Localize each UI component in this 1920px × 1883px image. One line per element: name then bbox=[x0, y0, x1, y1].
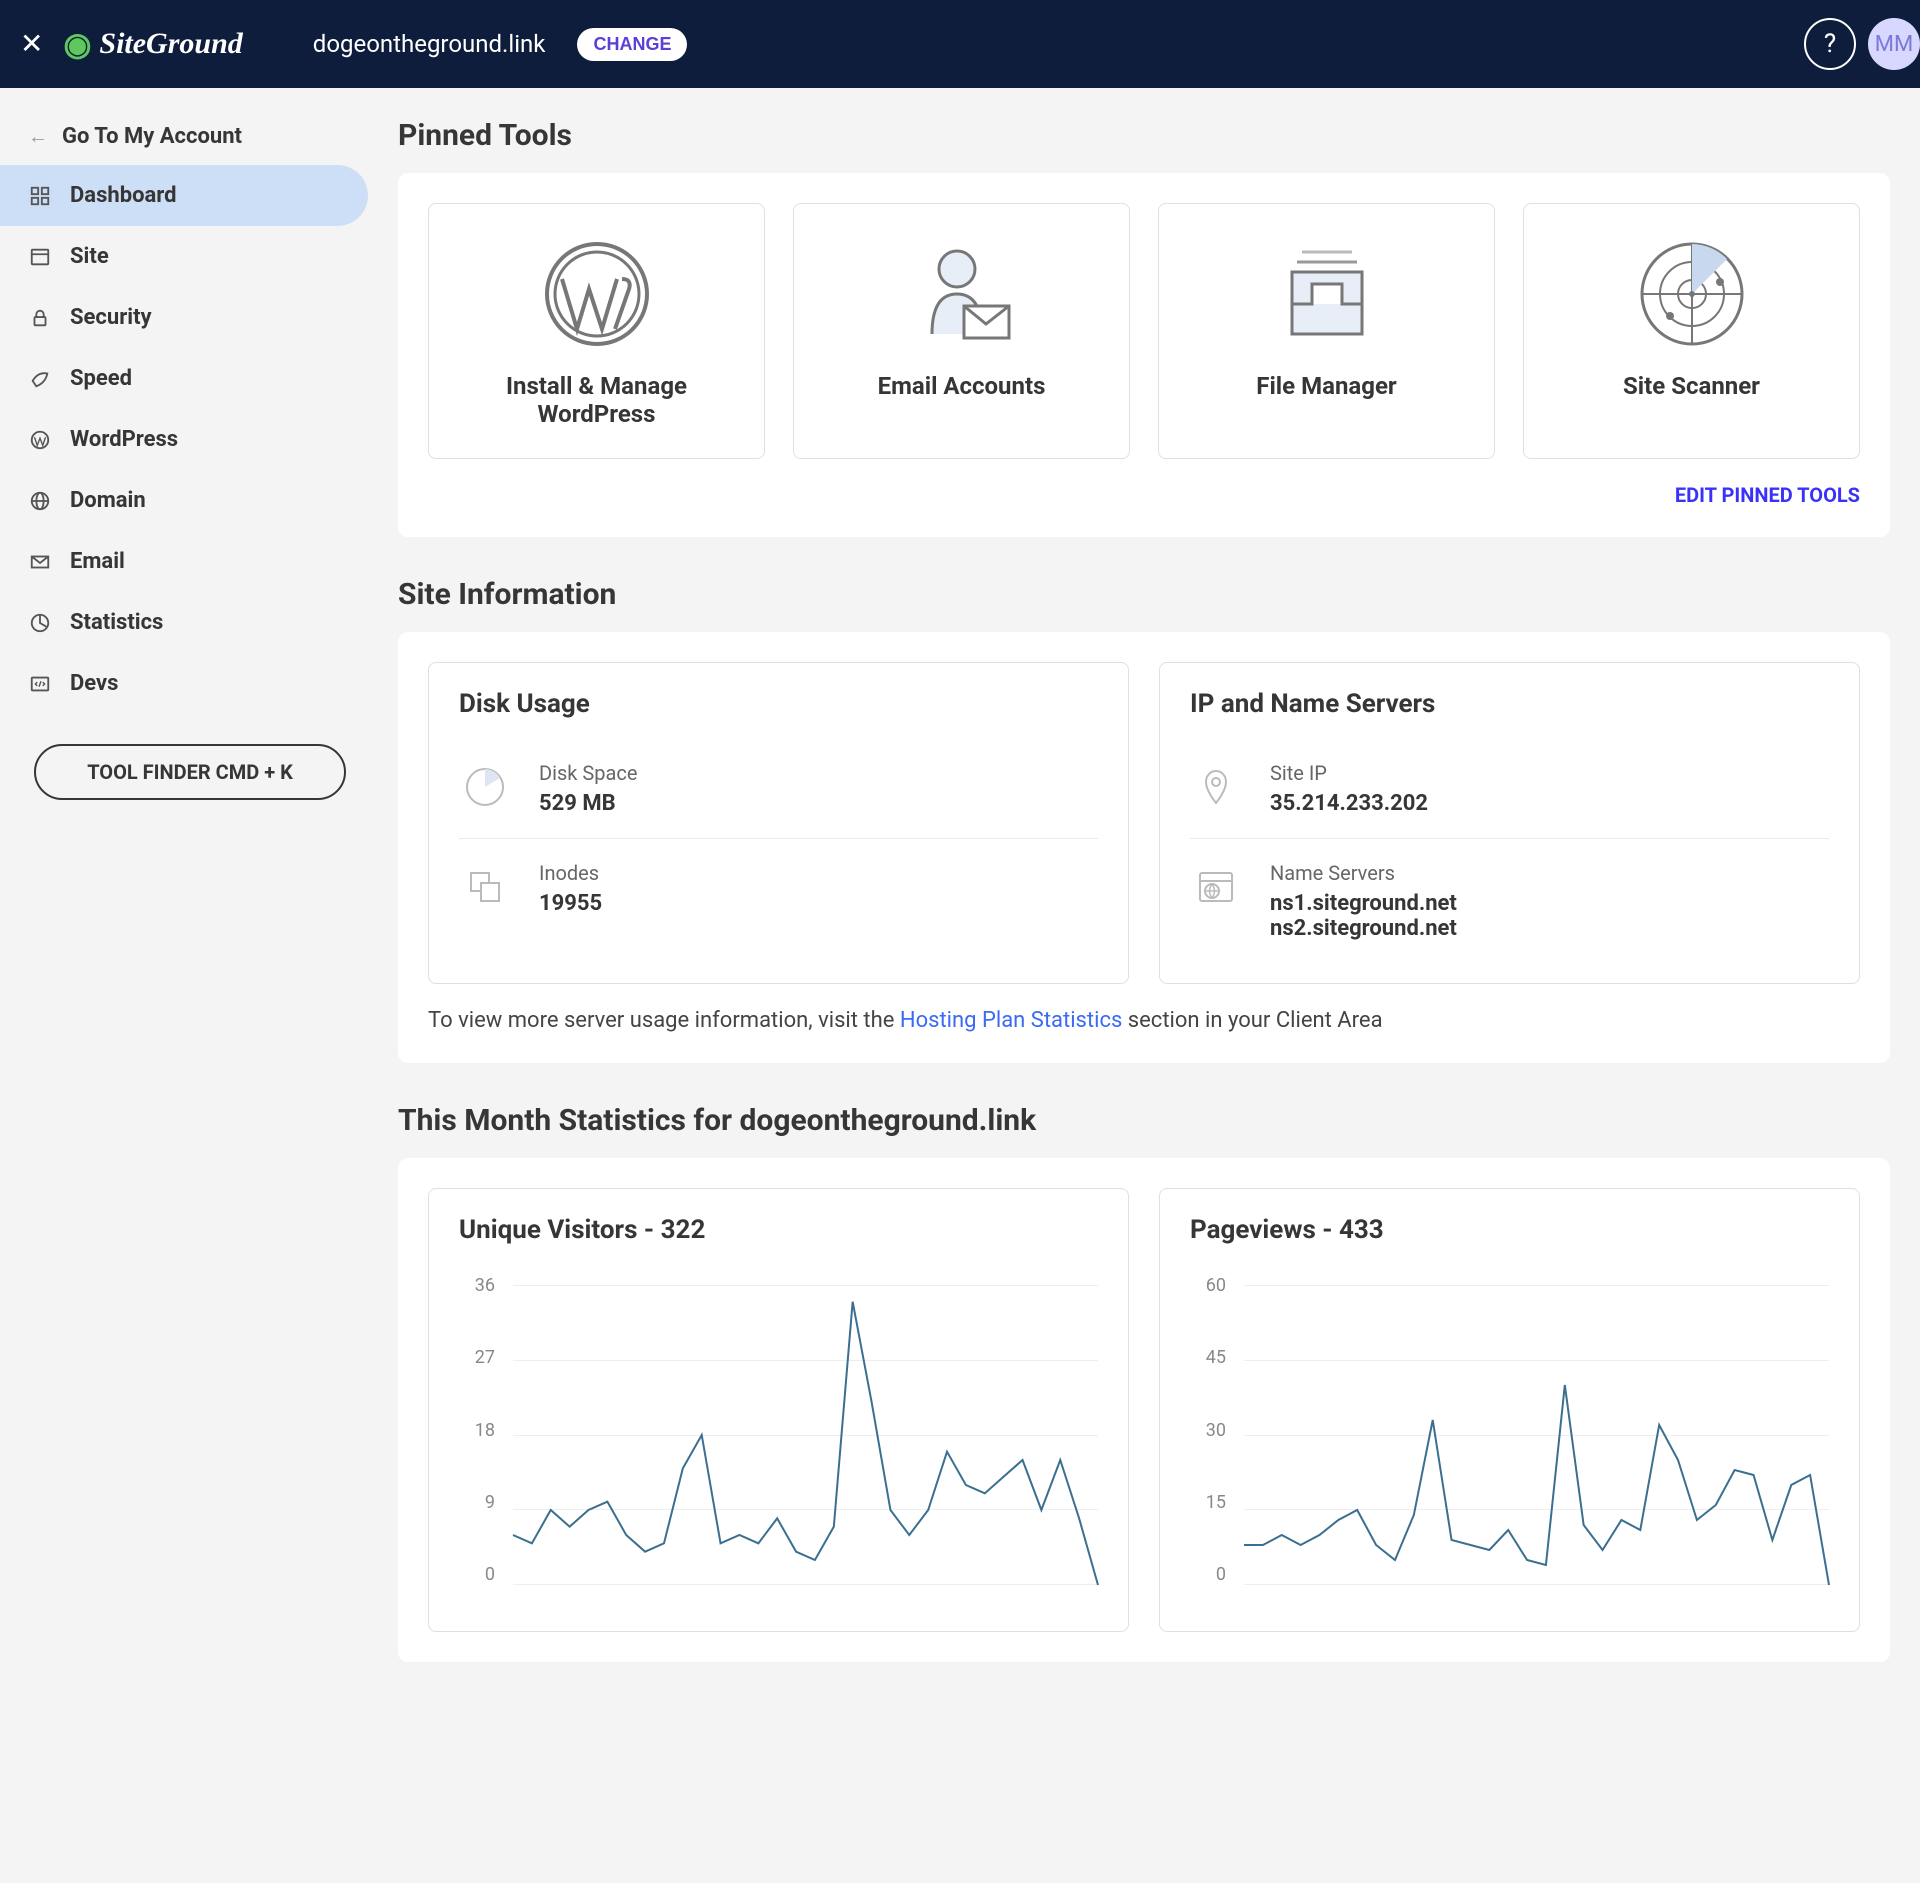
sidebar-item-statistics[interactable]: Statistics bbox=[0, 592, 368, 653]
pinned-tool-card[interactable]: File Manager bbox=[1158, 203, 1495, 459]
avatar[interactable]: MM bbox=[1868, 18, 1920, 70]
wordpress-icon bbox=[28, 428, 52, 452]
tool-label: Site Scanner bbox=[1623, 372, 1760, 400]
month-stats-title: This Month Statistics for dogeonthegroun… bbox=[398, 1103, 1890, 1138]
y-axis-tick: 27 bbox=[459, 1347, 507, 1368]
tool-label: File Manager bbox=[1256, 372, 1396, 400]
sidebar-item-label: Email bbox=[70, 549, 125, 574]
arrow-left-icon: ← bbox=[28, 124, 48, 149]
disk-usage-title: Disk Usage bbox=[459, 689, 1098, 719]
y-axis-tick: 45 bbox=[1190, 1347, 1238, 1368]
disk-usage-panel: Disk Usage Disk Space 529 MB bbox=[428, 662, 1129, 984]
inodes-label: Inodes bbox=[539, 861, 602, 885]
tool-icon bbox=[532, 234, 662, 354]
y-axis-tick: 30 bbox=[1190, 1420, 1238, 1441]
sidebar-item-label: Domain bbox=[70, 488, 146, 513]
sidebar-item-speed[interactable]: Speed bbox=[0, 348, 368, 409]
help-icon[interactable]: ? bbox=[1804, 18, 1856, 70]
site-ip-value: 35.214.233.202 bbox=[1270, 791, 1428, 816]
tool-icon bbox=[1627, 234, 1757, 354]
pinned-tool-card[interactable]: Email Accounts bbox=[793, 203, 1130, 459]
email-icon bbox=[28, 550, 52, 574]
sidebar-item-label: Security bbox=[70, 305, 152, 330]
stats-card: Unique Visitors - 322 36 27 18 9 0 Pageviews… bbox=[398, 1158, 1890, 1662]
security-icon bbox=[28, 306, 52, 330]
pinned-tool-card[interactable]: Install & Manage WordPress bbox=[428, 203, 765, 459]
disk-space-icon bbox=[459, 761, 511, 813]
nameserver-1: ns1.siteground.net bbox=[1270, 891, 1457, 916]
tool-finder-button[interactable]: TOOL FINDER CMD + K bbox=[34, 744, 346, 800]
devs-icon bbox=[28, 672, 52, 696]
sidebar-item-label: Site bbox=[70, 244, 109, 269]
disk-space-value: 529 MB bbox=[539, 791, 637, 816]
disk-space-label: Disk Space bbox=[539, 761, 637, 785]
ip-nameservers-title: IP and Name Servers bbox=[1190, 689, 1829, 719]
inodes-value: 19955 bbox=[539, 891, 602, 916]
pageviews-chart: 60 45 30 15 0 bbox=[1190, 1275, 1829, 1605]
top-header: ✕ ◉ SiteGround dogeontheground.link CHAN… bbox=[0, 0, 1920, 88]
inodes-icon bbox=[459, 861, 511, 913]
sidebar-item-label: Devs bbox=[70, 671, 118, 696]
tool-label: Email Accounts bbox=[878, 372, 1046, 400]
sidebar-item-wordpress[interactable]: WordPress bbox=[0, 409, 368, 470]
logo[interactable]: ◉ SiteGround bbox=[63, 25, 242, 63]
tool-icon bbox=[897, 234, 1027, 354]
dashboard-icon bbox=[28, 184, 52, 208]
site-ip-icon bbox=[1190, 761, 1242, 813]
sidebar-item-label: Dashboard bbox=[70, 183, 177, 208]
sidebar-item-label: Speed bbox=[70, 366, 132, 391]
y-axis-tick: 15 bbox=[1190, 1492, 1238, 1513]
site-ip-label: Site IP bbox=[1270, 761, 1428, 785]
pinned-tool-card[interactable]: Site Scanner bbox=[1523, 203, 1860, 459]
sidebar-item-security[interactable]: Security bbox=[0, 287, 368, 348]
go-back-link[interactable]: ← Go To My Account bbox=[0, 108, 380, 165]
unique-visitors-title: Unique Visitors - 322 bbox=[459, 1215, 1098, 1245]
tool-label: Install & Manage WordPress bbox=[449, 372, 744, 428]
tool-icon bbox=[1262, 234, 1392, 354]
ip-nameservers-panel: IP and Name Servers Site IP 35.214.233.2… bbox=[1159, 662, 1860, 984]
sidebar: ← Go To My Account Dashboard Site Security… bbox=[0, 88, 380, 1692]
logo-text: SiteGround bbox=[99, 27, 242, 61]
hosting-plan-statistics-link[interactable]: Hosting Plan Statistics bbox=[900, 1008, 1122, 1033]
pinned-tools-card: Install & Manage WordPress Email Accounts… bbox=[398, 173, 1890, 537]
unique-visitors-panel: Unique Visitors - 322 36 27 18 9 0 bbox=[428, 1188, 1129, 1632]
sidebar-item-email[interactable]: Email bbox=[0, 531, 368, 592]
close-icon[interactable]: ✕ bbox=[20, 30, 43, 58]
sidebar-item-devs[interactable]: Devs bbox=[0, 653, 368, 714]
go-back-label: Go To My Account bbox=[62, 124, 242, 149]
domain-icon bbox=[28, 489, 52, 513]
logo-icon: ◉ bbox=[63, 25, 91, 63]
server-usage-note: To view more server usage information, v… bbox=[428, 1008, 1860, 1033]
y-axis-tick: 36 bbox=[459, 1275, 507, 1296]
nameservers-icon bbox=[1190, 861, 1242, 913]
y-axis-tick: 0 bbox=[459, 1564, 507, 1585]
sidebar-item-dashboard[interactable]: Dashboard bbox=[0, 165, 368, 226]
main-content: Pinned Tools Install & Manage WordPress E… bbox=[380, 88, 1920, 1692]
site-icon bbox=[28, 245, 52, 269]
domain-name: dogeontheground.link bbox=[313, 30, 546, 58]
unique-visitors-chart: 36 27 18 9 0 bbox=[459, 1275, 1098, 1605]
y-axis-tick: 18 bbox=[459, 1420, 507, 1441]
site-info-title: Site Information bbox=[398, 577, 1890, 612]
sidebar-item-label: WordPress bbox=[70, 427, 178, 452]
nameserver-2: ns2.siteground.net bbox=[1270, 916, 1457, 941]
y-axis-tick: 0 bbox=[1190, 1564, 1238, 1585]
site-info-card: Disk Usage Disk Space 529 MB bbox=[398, 632, 1890, 1063]
sidebar-item-label: Statistics bbox=[70, 610, 163, 635]
pageviews-title: Pageviews - 433 bbox=[1190, 1215, 1829, 1245]
pageviews-panel: Pageviews - 433 60 45 30 15 0 bbox=[1159, 1188, 1860, 1632]
sidebar-item-site[interactable]: Site bbox=[0, 226, 368, 287]
sidebar-item-domain[interactable]: Domain bbox=[0, 470, 368, 531]
change-button[interactable]: CHANGE bbox=[577, 28, 687, 61]
edit-pinned-tools-link[interactable]: EDIT PINNED TOOLS bbox=[428, 483, 1860, 507]
statistics-icon bbox=[28, 611, 52, 635]
pinned-tools-title: Pinned Tools bbox=[398, 118, 1890, 153]
y-axis-tick: 9 bbox=[459, 1492, 507, 1513]
nameservers-label: Name Servers bbox=[1270, 861, 1457, 885]
y-axis-tick: 60 bbox=[1190, 1275, 1238, 1296]
speed-icon bbox=[28, 367, 52, 391]
